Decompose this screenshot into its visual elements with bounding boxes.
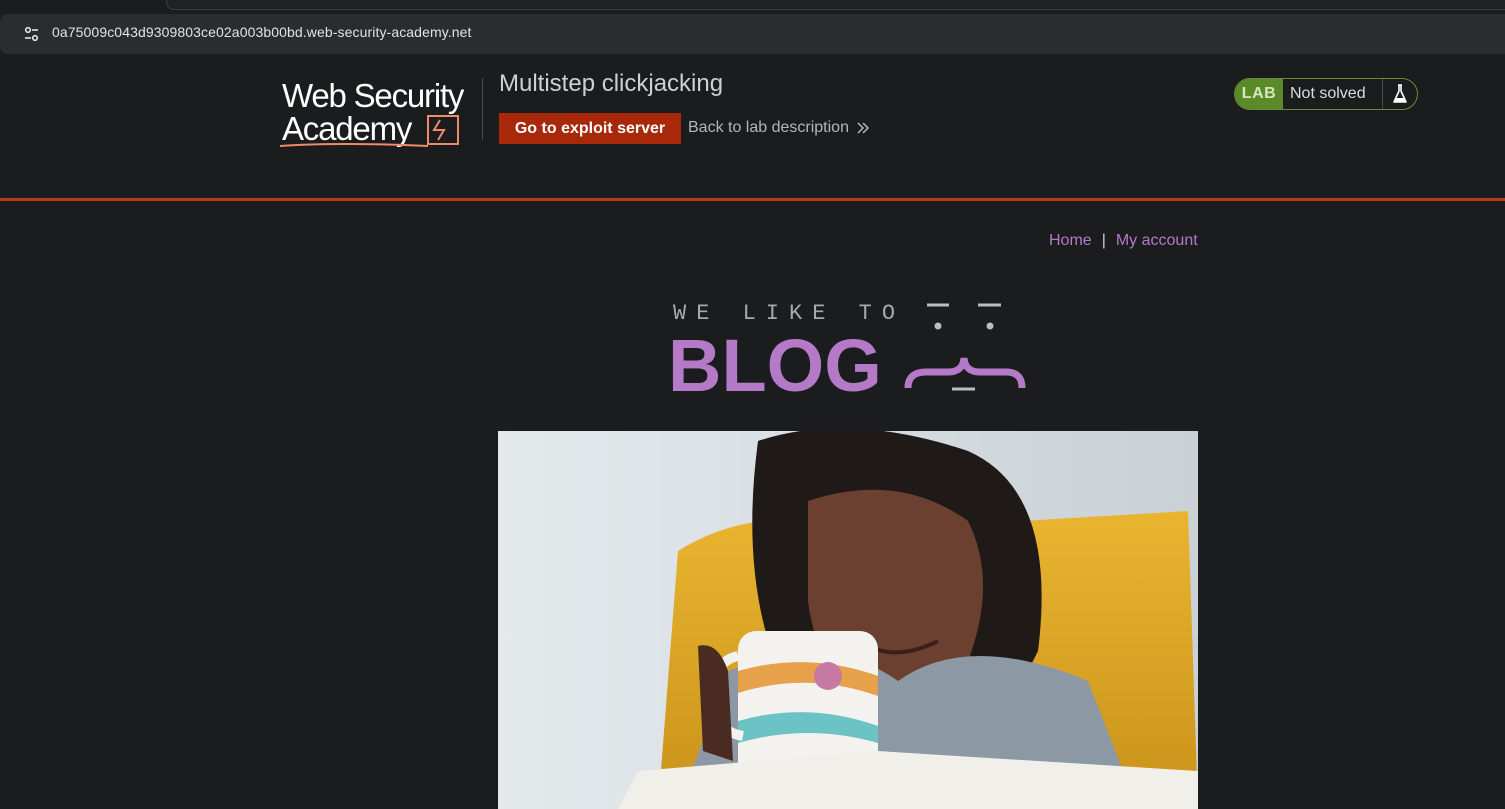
url-text[interactable]: 0a75009c043d9309803ce02a003b00bd.web-sec…	[52, 24, 472, 40]
tune-icon[interactable]	[23, 25, 41, 43]
svg-text:BLOG: BLOG	[668, 324, 882, 396]
go-to-exploit-server-button[interactable]: Go to exploit server	[499, 113, 681, 144]
back-to-lab-description-link[interactable]: Back to lab description	[688, 119, 870, 137]
flask-icon	[1383, 79, 1417, 109]
double-chevron-right-icon	[857, 122, 870, 134]
nav-my-account-link[interactable]: My account	[1116, 232, 1198, 249]
browser-tab-strip	[0, 0, 1505, 14]
nav-home-link[interactable]: Home	[1049, 232, 1092, 249]
blog-banner: WE LIKE TO BLOG	[668, 296, 1028, 407]
blog-hero-image	[498, 431, 1198, 809]
svg-text:WE LIKE TO: WE LIKE TO	[673, 301, 905, 326]
web-security-academy-logo[interactable]: Web Security Academy	[278, 76, 483, 151]
browser-tab-edge	[166, 0, 1505, 10]
svg-text:Web Security: Web Security	[282, 77, 465, 114]
lab-badge: LAB	[1235, 79, 1283, 109]
lab-status-widget: LAB Not solved	[1234, 78, 1418, 110]
svg-text:Academy: Academy	[282, 110, 413, 147]
lab-status-text: Not solved	[1283, 79, 1383, 109]
nav-separator: |	[1101, 232, 1106, 249]
top-nav: Home | My account	[1049, 232, 1198, 250]
lab-title: Multistep clickjacking	[499, 70, 724, 97]
address-bar[interactable]: 0a75009c043d9309803ce02a003b00bd.web-sec…	[0, 14, 1505, 54]
logo-divider	[482, 78, 483, 140]
header-divider	[0, 198, 1505, 201]
back-link-label: Back to lab description	[688, 119, 849, 136]
